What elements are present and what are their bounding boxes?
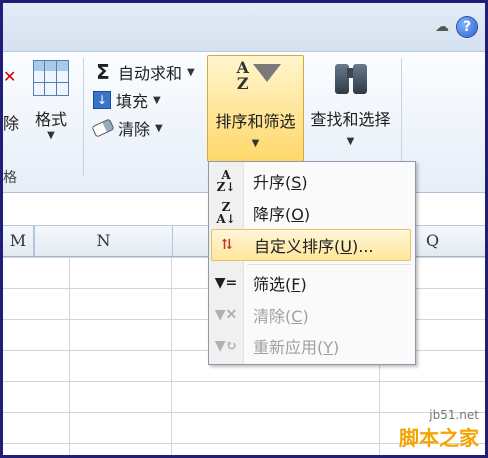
chevron-down-icon: ▼ [187, 66, 195, 78]
menu-item-sort-descending[interactable]: Z A↓ 降序(O) [211, 198, 411, 228]
clear-button[interactable]: 清除 ▼ [91, 114, 208, 142]
chevron-down-icon: ▼ [251, 138, 260, 149]
fill-down-icon: ↓ [93, 91, 111, 109]
menu-item-label: 清除(C) [253, 307, 309, 326]
format-button[interactable]: 格式 ▼ [27, 58, 75, 158]
chevron-down-icon: ▼ [47, 130, 55, 141]
fill-label: 填充 [116, 92, 149, 111]
column-header-m[interactable]: M [3, 226, 34, 256]
sort-ascending-icon: A Z↓ [216, 168, 236, 194]
delete-label-partial: 除 [3, 114, 20, 133]
watermark: jb51.net 脚本之家 [399, 408, 479, 451]
menu-item-filter[interactable]: ▼= 筛选(F) [211, 268, 411, 298]
menu-item-custom-sort[interactable]: ⇅ 自定义排序(U)... [211, 229, 411, 261]
filter-icon: ▼= [214, 275, 238, 291]
sort-filter-label: 排序和筛选 [215, 112, 296, 131]
ribbon-minimize-icon[interactable]: ☁ [435, 19, 449, 35]
sort-descending-icon: Z A↓ [216, 200, 236, 226]
format-icon [33, 60, 69, 96]
grid-line [69, 257, 70, 455]
custom-sort-icon: ⇅ [221, 237, 233, 253]
menu-item-label: 重新应用(Y) [253, 338, 340, 357]
menu-item-label: 筛选(F) [253, 275, 307, 294]
title-strip: ☁ ? [3, 3, 485, 52]
excel-window: ☁ ? ✕ 除 格式 ▼ 格 Σ 自动求和 ▼ ↓ 填充 ▼ 清除 ▼ A Z … [0, 0, 488, 458]
sort-filter-icon: AZ [231, 60, 281, 98]
grid-line [171, 257, 172, 455]
clear-label: 清除 [118, 120, 151, 139]
group-separator [83, 58, 84, 176]
clear-filter-icon: ▼✕ [214, 307, 238, 323]
menu-item-label: 自定义排序(U)... [254, 237, 374, 256]
menu-item-label: 升序(S) [253, 173, 308, 192]
autosum-button[interactable]: Σ 自动求和 ▼ [93, 58, 208, 86]
cells-group-label: 格 [3, 170, 17, 186]
find-select-label: 查找和选择 [310, 110, 391, 129]
watermark-name: 脚本之家 [399, 426, 479, 450]
menu-item-label: 降序(O) [253, 205, 311, 224]
menu-item-sort-ascending[interactable]: A Z↓ 升序(S) [211, 166, 411, 196]
eraser-icon [91, 118, 115, 138]
format-label: 格式 [34, 110, 67, 129]
group-separator [401, 58, 402, 176]
menu-separator [247, 264, 411, 265]
watermark-site: jb51.net [429, 408, 479, 422]
menu-item-reapply: ▼↻ 重新应用(Y) [211, 331, 411, 361]
help-icon[interactable]: ? [457, 17, 477, 37]
chevron-down-icon: ▼ [346, 136, 355, 147]
chevron-down-icon: ▼ [155, 122, 163, 134]
sort-filter-button[interactable]: AZ 排序和筛选 ▼ [207, 55, 304, 162]
reapply-icon: ▼↻ [214, 338, 238, 354]
menu-item-clear: ▼✕ 清除(C) [211, 300, 411, 330]
column-header-n[interactable]: N [34, 226, 173, 256]
binoculars-icon [333, 58, 369, 96]
editing-group: Σ 自动求和 ▼ ↓ 填充 ▼ 清除 ▼ [91, 58, 208, 142]
fill-button[interactable]: ↓ 填充 ▼ [93, 86, 208, 114]
find-select-button[interactable]: 查找和选择 ▼ [303, 58, 398, 147]
autosum-label: 自动求和 [118, 64, 183, 83]
sigma-icon: Σ [96, 60, 110, 84]
delete-icon-partial[interactable]: ✕ [3, 67, 16, 86]
chevron-down-icon: ▼ [153, 94, 161, 106]
sort-filter-dropdown: A Z↓ 升序(S) Z A↓ 降序(O) ⇅ 自定义排序(U)... ▼= 筛选(… [208, 161, 416, 365]
